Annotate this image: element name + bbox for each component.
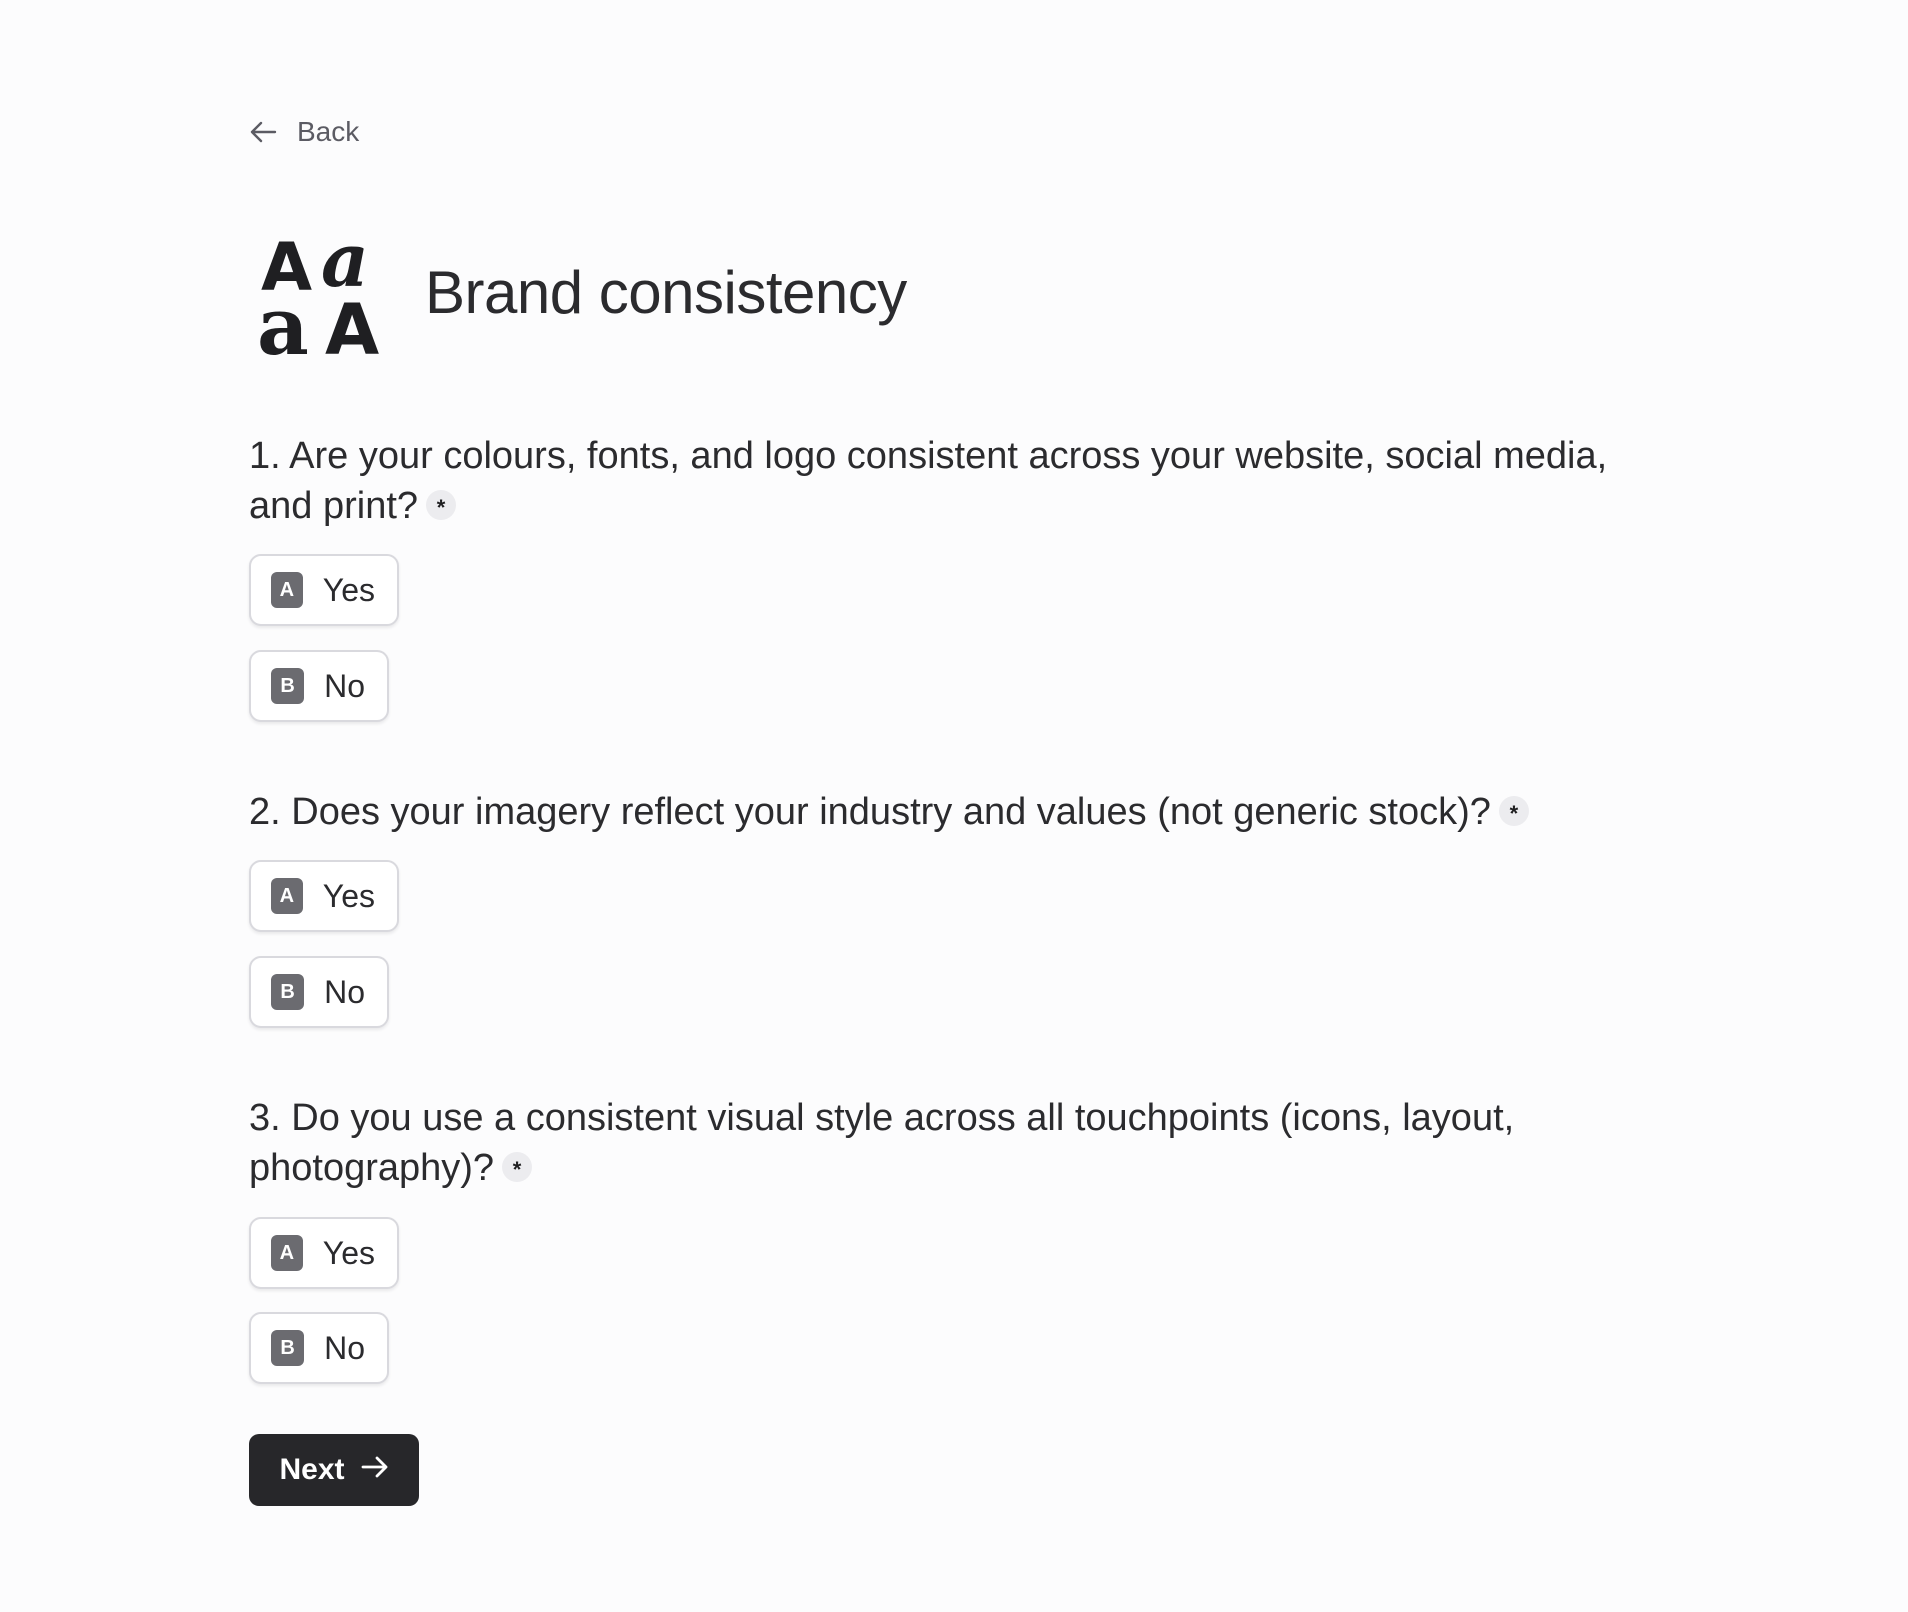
question-3-option-yes[interactable]: A Yes [249, 1217, 399, 1289]
svg-text:a: a [259, 279, 309, 358]
option-key-badge: A [271, 1235, 303, 1271]
option-label: No [324, 667, 365, 704]
next-button-label: Next [279, 1453, 345, 1486]
option-label: Yes [322, 571, 375, 608]
option-key-badge: B [271, 974, 305, 1010]
typography-aa-icon: A a a A [259, 226, 379, 358]
required-indicator: * [502, 1151, 533, 1182]
arrow-right-icon [361, 1453, 389, 1487]
arrow-left-icon [249, 120, 277, 144]
back-label: Back [297, 116, 360, 147]
option-key-badge: A [271, 878, 303, 914]
section-header: A a a A Brand consistency [259, 226, 907, 358]
option-key-badge: B [271, 668, 305, 704]
question-2: 2. Does your imagery reflect your indust… [249, 787, 1659, 837]
required-indicator: * [1498, 795, 1529, 826]
question-3: 3. Do you use a consistent visual style … [249, 1093, 1659, 1193]
svg-text:A: A [325, 289, 379, 358]
option-label: Yes [322, 877, 375, 914]
question-3-text: 3. Do you use a consistent visual style … [249, 1097, 1515, 1189]
option-label: No [324, 973, 365, 1010]
question-1: 1. Are your colours, fonts, and logo con… [249, 431, 1659, 531]
question-2-option-yes[interactable]: A Yes [249, 860, 399, 932]
back-link[interactable]: Back [249, 116, 359, 148]
question-1-option-no[interactable]: B No [249, 650, 389, 722]
option-label: No [324, 1329, 365, 1366]
question-3-option-no[interactable]: B No [249, 1312, 389, 1384]
option-key-badge: A [271, 572, 303, 608]
question-1-option-yes[interactable]: A Yes [249, 554, 399, 626]
option-key-badge: B [271, 1330, 305, 1366]
page-title: Brand consistency [425, 258, 907, 326]
next-button[interactable]: Next [249, 1434, 419, 1506]
required-indicator: * [426, 489, 457, 520]
question-1-text: 1. Are your colours, fonts, and logo con… [249, 435, 1608, 527]
option-label: Yes [322, 1234, 375, 1271]
question-2-option-no[interactable]: B No [249, 956, 389, 1028]
question-2-text: 2. Does your imagery reflect your indust… [249, 787, 1659, 837]
